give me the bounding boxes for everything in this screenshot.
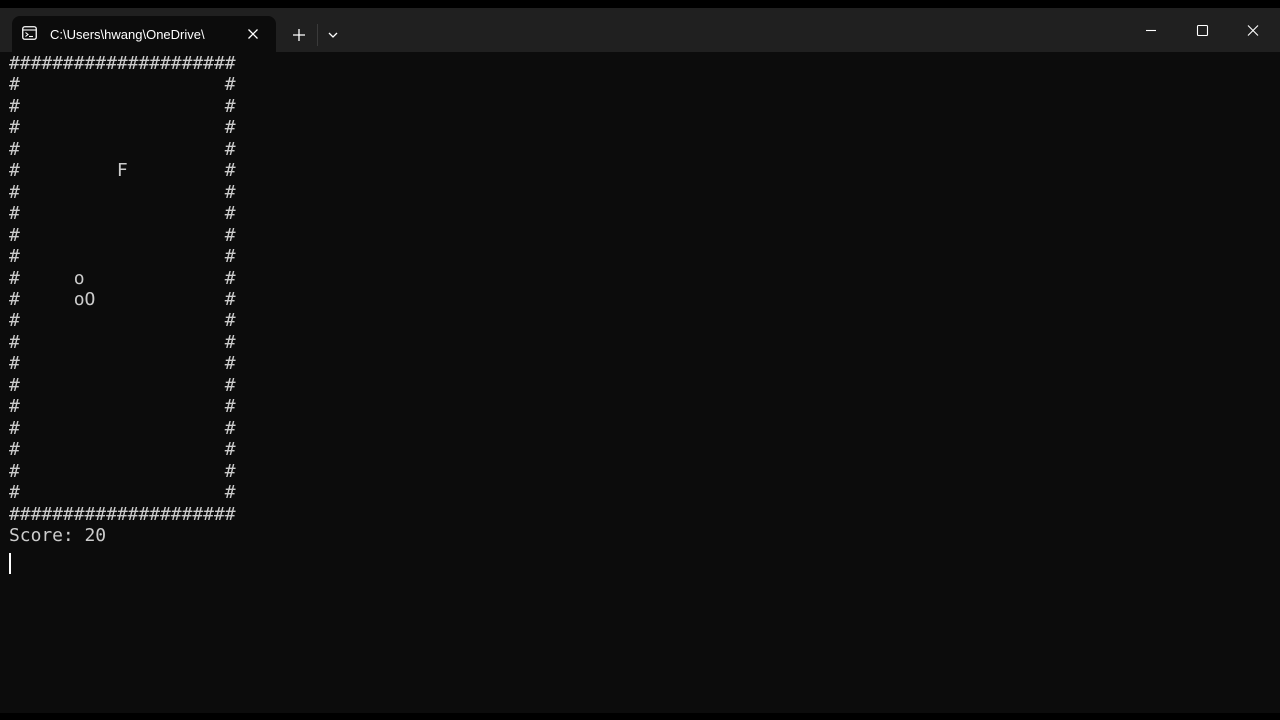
maximize-icon (1196, 24, 1209, 37)
board-row: # # (9, 417, 236, 439)
board-row: # # (9, 396, 236, 418)
board-row: # # (9, 246, 236, 268)
divider (317, 24, 318, 46)
board-row: # # (9, 138, 236, 160)
close-window-button[interactable] (1228, 8, 1278, 52)
chevron-down-icon (328, 32, 338, 38)
board-row: # # (9, 310, 236, 332)
board-row: # # (9, 482, 236, 504)
board-row: # # (9, 203, 236, 225)
title-bar[interactable]: C:\Users\hwang\OneDrive\ (0, 8, 1280, 52)
board-row: # # (9, 224, 236, 246)
board-row-food: # F # (9, 160, 236, 182)
text-cursor (9, 553, 11, 574)
board-row: # # (9, 331, 236, 353)
console-output: ##################### # # # # # # # # # … (9, 53, 236, 546)
tab-title: C:\Users\hwang\OneDrive\ (50, 27, 205, 42)
new-tab-button[interactable] (286, 23, 312, 47)
plus-icon (293, 29, 305, 41)
board-row: # # (9, 439, 236, 461)
minimize-icon (1146, 29, 1156, 32)
board-row-snake: # o # (9, 267, 236, 289)
tab-active[interactable]: C:\Users\hwang\OneDrive\ (12, 16, 276, 52)
tab-dropdown-button[interactable] (322, 23, 344, 47)
board-row: # # (9, 117, 236, 139)
board-row: ##################### (9, 503, 236, 525)
score-text: Score: 20 (9, 524, 107, 546)
board-row: # # (9, 95, 236, 117)
close-icon (1247, 25, 1259, 36)
close-tab-icon[interactable] (244, 25, 262, 43)
board-row-snake-head: # oO # (9, 288, 236, 310)
board-row: # # (9, 181, 236, 203)
board-row: # # (9, 74, 236, 96)
board-row: # # (9, 353, 236, 375)
terminal-icon (22, 26, 37, 40)
board-row: # # (9, 374, 236, 396)
board-row: # # (9, 460, 236, 482)
minimize-button[interactable] (1126, 8, 1176, 52)
maximize-button[interactable] (1177, 8, 1227, 52)
board-row: ##################### (9, 53, 236, 74)
